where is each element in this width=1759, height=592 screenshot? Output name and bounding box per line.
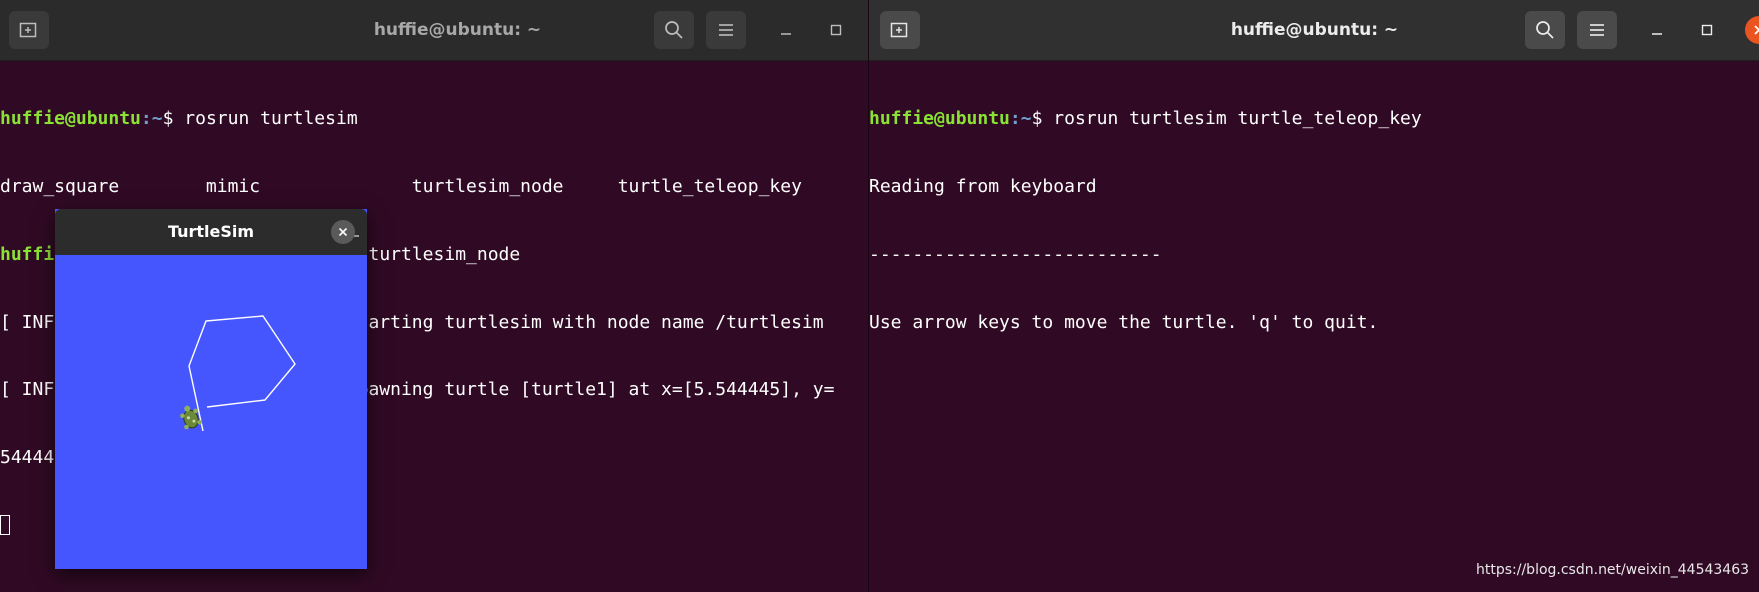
close-icon xyxy=(1754,25,1759,35)
prompt-user: huffie@ubuntu xyxy=(0,108,141,130)
output-line: --------------------------- xyxy=(869,243,1162,265)
turtle-path xyxy=(188,315,296,432)
prompt-line: huffie@ubuntu:~$ rosrun turtlesim xyxy=(0,108,868,131)
minimize-button[interactable] xyxy=(772,16,800,44)
prompt-symbol: $ xyxy=(1031,108,1054,130)
turtlesim-canvas xyxy=(55,255,367,569)
search-button[interactable] xyxy=(654,11,694,49)
command-text: rosrun turtlesim xyxy=(184,108,358,130)
text-cursor xyxy=(0,514,10,535)
left-terminal-titlebar[interactable]: huffie@ubuntu: ~ xyxy=(0,0,868,61)
turtlesim-close-button[interactable] xyxy=(331,220,355,244)
right-terminal-window[interactable]: huffie@ubuntu: ~ huffie@ubuntu:~$ rosrun… xyxy=(868,0,1759,592)
watermark: https://blog.csdn.net/weixin_44543463 xyxy=(1476,562,1750,578)
maximize-button[interactable] xyxy=(1693,16,1721,44)
search-icon xyxy=(1536,21,1554,39)
output-line: Reading from keyboard xyxy=(869,175,1097,197)
minimize-button[interactable] xyxy=(1643,16,1671,44)
menu-button[interactable] xyxy=(706,11,746,49)
close-icon xyxy=(338,227,348,237)
maximize-icon xyxy=(830,24,842,36)
turtlesim-title: TurtleSim xyxy=(167,222,255,241)
search-icon xyxy=(665,21,683,39)
menu-button[interactable] xyxy=(1577,11,1617,49)
search-button[interactable] xyxy=(1525,11,1565,49)
prompt-line: huffie@ubuntu:~$ rosrun turtlesim turtle… xyxy=(869,108,1759,131)
prompt-symbol: $ xyxy=(162,108,185,130)
prompt-path: :~ xyxy=(140,108,163,130)
hamburger-menu-icon xyxy=(1590,24,1604,36)
window-title: huffie@ubuntu: ~ xyxy=(1230,20,1399,40)
completion-line: draw_square mimic turtlesim_node turtle_… xyxy=(0,175,802,197)
output-line: Use arrow keys to move the turtle. 'q' t… xyxy=(869,311,1379,333)
minimize-icon xyxy=(1652,33,1662,35)
turtle-path-drawing xyxy=(180,315,296,432)
maximize-button[interactable] xyxy=(822,16,850,44)
hamburger-menu-icon xyxy=(719,24,733,36)
terminal-output[interactable]: huffie@ubuntu:~$ rosrun turtlesim turtle… xyxy=(869,60,1759,592)
turtlesim-titlebar[interactable]: TurtleSim xyxy=(55,209,367,255)
prompt-path: :~ xyxy=(1009,108,1032,130)
right-terminal-titlebar[interactable]: huffie@ubuntu: ~ xyxy=(869,0,1759,61)
turtlesim-window[interactable]: TurtleSim xyxy=(55,209,367,569)
turtle-icon xyxy=(180,405,202,430)
minimize-icon xyxy=(781,33,791,35)
maximize-icon xyxy=(1701,24,1713,36)
command-text: rosrun turtlesim turtle_teleop_key xyxy=(1053,108,1422,130)
prompt-user: huffie@ubuntu xyxy=(869,108,1010,130)
